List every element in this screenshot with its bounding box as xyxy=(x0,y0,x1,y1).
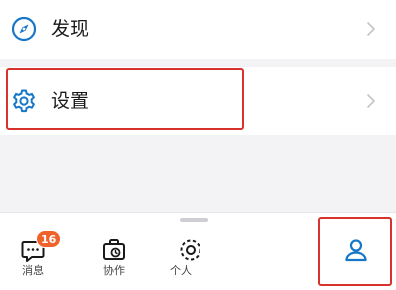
drag-handle[interactable] xyxy=(180,218,208,222)
tab-label: 消息 xyxy=(22,264,44,277)
chevron-right-icon xyxy=(367,22,375,36)
user-icon xyxy=(345,239,367,262)
menu-item-settings[interactable]: 设置 xyxy=(0,67,396,135)
tab-label: 个人 xyxy=(170,264,192,277)
compass-icon xyxy=(11,16,37,42)
gear-icon xyxy=(13,89,35,113)
tab-label: 协作 xyxy=(103,264,125,277)
menu-item-label: 设置 xyxy=(51,90,90,112)
collaboration-icon xyxy=(103,239,125,260)
personal-space-icon xyxy=(180,239,200,261)
unread-badge: 16 xyxy=(36,230,62,248)
tab-messages[interactable]: 16 消息 xyxy=(0,224,66,284)
menu-item-discover[interactable]: 发现 xyxy=(0,0,396,59)
tab-me[interactable] xyxy=(323,224,389,284)
tab-collaboration[interactable]: 协作 xyxy=(81,224,147,284)
chevron-right-icon xyxy=(367,94,375,108)
tab-personal-space[interactable]: 个人 xyxy=(164,224,200,284)
menu-item-label: 发现 xyxy=(51,18,90,40)
